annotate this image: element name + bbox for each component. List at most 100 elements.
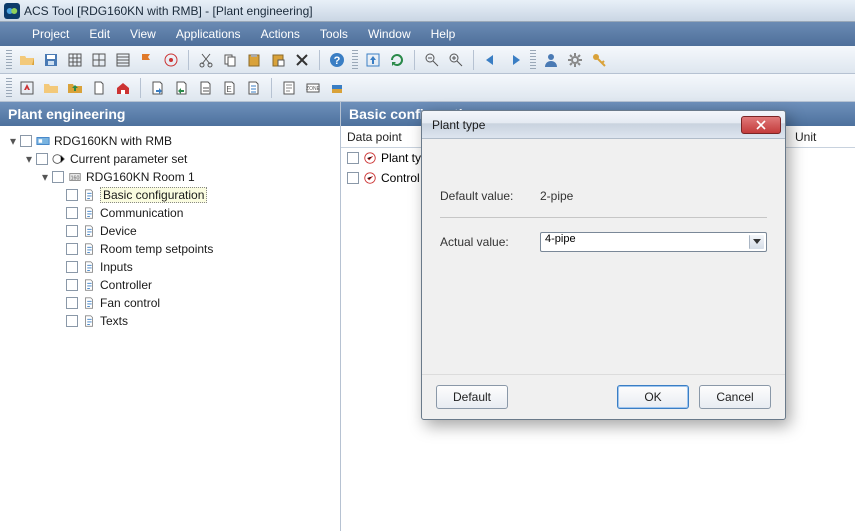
cancel-button[interactable]: Cancel <box>699 385 771 409</box>
checkbox-icon[interactable] <box>66 225 78 237</box>
expander-open-icon[interactable]: ▾ <box>24 154 34 164</box>
ok-button[interactable]: OK <box>617 385 689 409</box>
toolbars: ? E ZONE <box>0 46 855 102</box>
checkbox-icon[interactable] <box>66 243 78 255</box>
close-button[interactable] <box>741 116 781 134</box>
tool-doc-e-icon[interactable]: E <box>219 77 241 99</box>
tool-flag-icon[interactable] <box>136 49 158 71</box>
tool-forward-icon[interactable] <box>504 49 526 71</box>
checkbox-icon[interactable] <box>66 207 78 219</box>
tool-house-icon[interactable] <box>112 77 134 99</box>
expander-open-icon[interactable]: ▾ <box>8 136 18 146</box>
left-panel: Plant engineering ▾ RDG160KN with RMB ▾ … <box>0 102 340 531</box>
toolbar-separator <box>319 50 320 70</box>
toolbar-grip-icon[interactable] <box>352 50 358 70</box>
tool-grid3-icon[interactable] <box>112 49 134 71</box>
toolbar-grip-icon[interactable] <box>6 50 12 70</box>
page-icon <box>81 187 97 203</box>
tool-user-icon[interactable] <box>540 49 562 71</box>
tool-zone-icon[interactable]: ZONE <box>302 77 324 99</box>
menu-applications[interactable]: Applications <box>166 24 251 44</box>
edit-mark-icon <box>363 171 377 185</box>
tree-node-room[interactable]: ▾ 160 RDG160KN Room 1 <box>6 168 334 186</box>
tool-grid1-icon[interactable] <box>64 49 86 71</box>
tool-folder-yellow-icon[interactable] <box>40 77 62 99</box>
tool-script-icon[interactable] <box>278 77 300 99</box>
tool-doc-text-icon[interactable] <box>243 77 265 99</box>
default-button[interactable]: Default <box>436 385 508 409</box>
toolbar-row-1: ? <box>0 46 855 74</box>
tree-node-basic-config[interactable]: Basic configuration <box>6 186 334 204</box>
toolbar-separator <box>271 78 272 98</box>
checkbox-icon[interactable] <box>347 172 359 184</box>
tool-delete-icon[interactable] <box>291 49 313 71</box>
tool-stack-icon[interactable] <box>326 77 348 99</box>
expander-open-icon[interactable]: ▾ <box>40 172 50 182</box>
tool-target-icon[interactable] <box>160 49 182 71</box>
page-icon <box>81 223 97 239</box>
tree-node-setpoints[interactable]: Room temp setpoints <box>6 240 334 258</box>
tool-back-icon[interactable] <box>480 49 502 71</box>
tool-doc-arrow2-icon[interactable] <box>171 77 193 99</box>
tool-upload-icon[interactable] <box>362 49 384 71</box>
tree-node-controller[interactable]: Controller <box>6 276 334 294</box>
checkbox-icon[interactable] <box>66 279 78 291</box>
checkbox-icon[interactable] <box>36 153 48 165</box>
menu-project[interactable]: Project <box>22 24 79 44</box>
toolbar-separator <box>414 50 415 70</box>
tool-doc-arrow1-icon[interactable] <box>147 77 169 99</box>
toolbar-grip-icon[interactable] <box>6 78 12 98</box>
checkbox-icon[interactable] <box>20 135 32 147</box>
menu-window[interactable]: Window <box>358 24 421 44</box>
toolbar-grip-icon[interactable] <box>530 50 536 70</box>
checkbox-icon[interactable] <box>347 152 359 164</box>
tool-save-icon[interactable] <box>40 49 62 71</box>
menu-actions[interactable]: Actions <box>251 24 310 44</box>
menu-tools[interactable]: Tools <box>310 24 358 44</box>
tool-a-icon[interactable] <box>16 77 38 99</box>
tool-cut-icon[interactable] <box>195 49 217 71</box>
tree-label: Current parameter set <box>70 152 187 166</box>
checkbox-icon[interactable] <box>66 189 78 201</box>
tool-open-icon[interactable] <box>16 49 38 71</box>
tree-node-communication[interactable]: Communication <box>6 204 334 222</box>
tree-node-paramset[interactable]: ▾ Current parameter set <box>6 150 334 168</box>
checkbox-icon[interactable] <box>52 171 64 183</box>
tool-paste-special-icon[interactable] <box>267 49 289 71</box>
checkbox-icon[interactable] <box>66 315 78 327</box>
checkbox-icon[interactable] <box>66 261 78 273</box>
tree-label: Communication <box>100 206 183 220</box>
tool-doc-icon[interactable] <box>88 77 110 99</box>
page-icon <box>81 205 97 221</box>
menu-edit[interactable]: Edit <box>79 24 120 44</box>
tool-key-icon[interactable] <box>588 49 610 71</box>
chevron-down-icon <box>753 239 761 244</box>
toolbar-separator <box>140 78 141 98</box>
paramset-icon <box>51 151 67 167</box>
menu-view[interactable]: View <box>120 24 166 44</box>
tool-zoomin-icon[interactable] <box>445 49 467 71</box>
checkbox-icon[interactable] <box>66 297 78 309</box>
actual-value-select[interactable]: 4-pipe <box>540 232 767 252</box>
tool-zoomout-icon[interactable] <box>421 49 443 71</box>
tool-folder-up-icon[interactable] <box>64 77 86 99</box>
tree-node-device[interactable]: Device <box>6 222 334 240</box>
tree-node-texts[interactable]: Texts <box>6 312 334 330</box>
tree-label: Device <box>100 224 137 238</box>
tree-node-root[interactable]: ▾ RDG160KN with RMB <box>6 132 334 150</box>
tool-refresh-icon[interactable] <box>386 49 408 71</box>
tool-doc-swap-icon[interactable] <box>195 77 217 99</box>
tree-node-fancontrol[interactable]: Fan control <box>6 294 334 312</box>
page-icon <box>81 313 97 329</box>
tool-paste-icon[interactable] <box>243 49 265 71</box>
tool-gear-icon[interactable] <box>564 49 586 71</box>
dialog-titlebar[interactable]: Plant type <box>422 111 785 139</box>
tree-label: Inputs <box>100 260 133 274</box>
tool-copy-icon[interactable] <box>219 49 241 71</box>
menu-help[interactable]: Help <box>421 24 466 44</box>
tree-node-inputs[interactable]: Inputs <box>6 258 334 276</box>
tool-help-icon[interactable]: ? <box>326 49 348 71</box>
tool-grid2-icon[interactable] <box>88 49 110 71</box>
grid-header-unit[interactable]: Unit <box>795 130 855 144</box>
window-title: ACS Tool [RDG160KN with RMB] - [Plant en… <box>24 4 313 18</box>
